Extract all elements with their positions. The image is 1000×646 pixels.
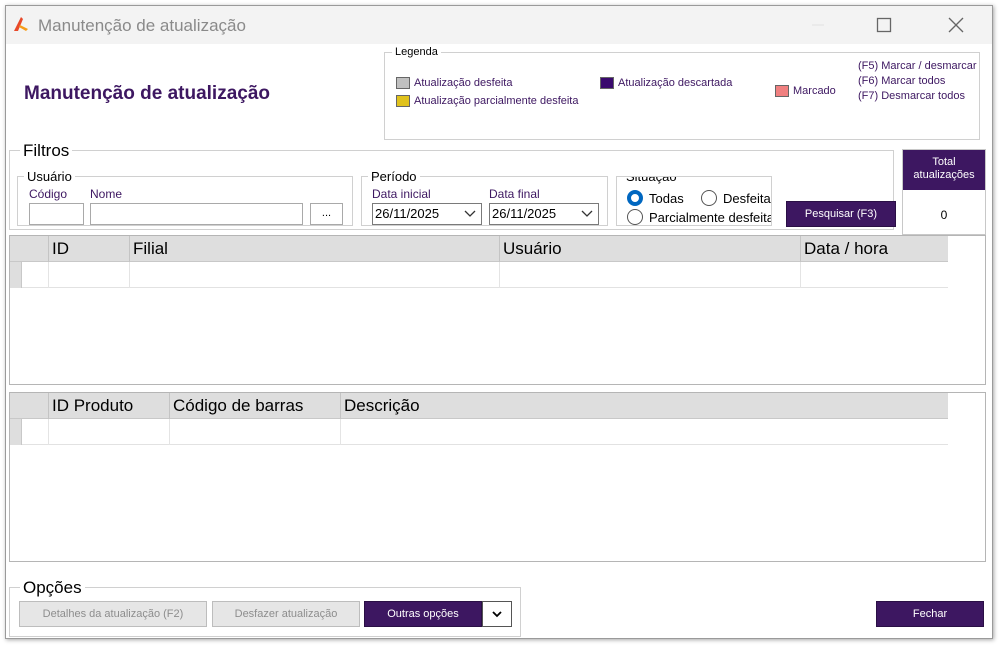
total-label: Total atualizações <box>903 150 985 190</box>
updates-grid-header: ID Filial Usuário Data / hora <box>10 236 948 262</box>
column-header-id-produto[interactable]: ID Produto <box>48 393 169 419</box>
usuario-title: Usuário <box>24 169 75 184</box>
table-cell <box>169 419 340 445</box>
app-logo-icon <box>14 17 28 31</box>
main-window: Manutenção de atualização Manutenção de … <box>5 5 993 639</box>
total-value: 0 <box>940 208 948 222</box>
table-cell <box>800 262 950 288</box>
column-header-data-hora[interactable]: Data / hora <box>800 236 950 262</box>
periodo-group: Período Data inicial Data final 26/11/20… <box>361 169 608 226</box>
table-cell <box>340 419 950 445</box>
codigo-input[interactable] <box>29 203 84 225</box>
content-area: Manutenção de atualização Legenda Atuali… <box>6 44 992 638</box>
legend-panel: Legenda Atualização desfeita Atualização… <box>384 46 980 140</box>
legend-item-descartada: Atualização descartada <box>600 77 732 89</box>
outras-opcoes-button[interactable]: Outras opções <box>364 601 482 627</box>
data-final-picker[interactable]: 26/11/2025 <box>489 203 599 225</box>
minimize-button[interactable] <box>798 12 838 38</box>
products-grid-header: ID Produto Código de barras Descrição <box>10 393 948 419</box>
chevron-down-icon <box>492 611 502 618</box>
table-cell <box>129 262 499 288</box>
usuario-group: Usuário Código Nome ... <box>17 169 353 226</box>
chevron-down-icon <box>464 210 476 217</box>
codigo-label: Código <box>29 187 68 201</box>
desfazer-atualizacao-button[interactable]: Desfazer atualização <box>212 601 360 627</box>
table-cell <box>48 262 129 288</box>
usuario-lookup-button[interactable]: ... <box>310 203 343 225</box>
page-title: Manutenção de atualização <box>24 83 271 104</box>
table-cell <box>48 419 169 445</box>
legend-swatch <box>775 85 789 97</box>
column-header-codigo-barras[interactable]: Código de barras <box>169 393 340 419</box>
table-row[interactable] <box>10 262 948 288</box>
data-inicial-label: Data inicial <box>372 187 431 201</box>
legend-item-label: Atualização parcialmente desfeita <box>414 95 579 107</box>
data-final-value: 26/11/2025 <box>492 206 557 221</box>
column-header-filial[interactable]: Filial <box>129 236 499 262</box>
row-indicator <box>10 262 22 288</box>
data-inicial-value: 26/11/2025 <box>375 206 440 221</box>
options-title: Opções <box>20 578 85 598</box>
legend-item-label: Atualização desfeita <box>414 77 513 89</box>
row-selector-header <box>22 393 48 419</box>
products-grid[interactable]: ID Produto Código de barras Descrição <box>9 392 986 562</box>
situacao-title: Situação <box>623 177 680 184</box>
legend-item-parcial: Atualização parcialmente desfeita <box>396 95 578 107</box>
table-row[interactable] <box>10 419 948 445</box>
shortcut-f6: (F6) Marcar todos <box>858 75 946 87</box>
minimize-icon <box>812 24 824 26</box>
data-final-label: Data final <box>489 187 540 201</box>
pesquisar-button[interactable]: Pesquisar (F3) <box>786 201 896 227</box>
total-panel: Total atualizações 0 <box>902 149 986 235</box>
radio-unchecked-icon <box>627 209 643 225</box>
legend-item-marcado: Marcado <box>775 85 836 97</box>
periodo-title: Período <box>368 169 420 184</box>
legend-item-label: Marcado <box>793 85 836 97</box>
options-panel: Opções Detalhes da atualização (F2) Desf… <box>9 578 521 637</box>
maximize-icon <box>876 17 892 33</box>
filters-panel: Filtros Usuário Código Nome ... Período … <box>9 141 896 230</box>
outras-opcoes-dropdown[interactable] <box>482 601 512 627</box>
shortcut-f7: (F7) Desmarcar todos <box>858 90 965 102</box>
situacao-group: Situação Todas Desfeita Parcialmente des… <box>616 176 772 226</box>
legend-item-label: Atualização descartada <box>618 77 733 89</box>
row-selector-header <box>22 236 48 262</box>
nome-input[interactable] <box>90 203 303 225</box>
data-inicial-picker[interactable]: 26/11/2025 <box>372 203 482 225</box>
row-indicator <box>10 419 22 445</box>
column-header-descricao[interactable]: Descrição <box>340 393 950 419</box>
detalhes-atualizacao-button[interactable]: Detalhes da atualização (F2) <box>19 601 207 627</box>
close-icon <box>948 17 964 33</box>
legend-swatch <box>396 77 410 89</box>
window-title: Manutenção de atualização <box>38 16 246 35</box>
legend-item-desfeita: Atualização desfeita <box>396 77 512 89</box>
column-header-id[interactable]: ID <box>48 236 129 262</box>
radio-unchecked-icon <box>701 190 717 206</box>
close-window-button[interactable] <box>936 12 976 38</box>
chevron-down-icon <box>581 210 593 217</box>
table-cell <box>499 262 800 288</box>
legend-swatch <box>600 77 614 89</box>
radio-label: Todas <box>649 190 684 206</box>
shortcut-f5: (F5) Marcar / desmarcar <box>858 60 977 72</box>
filters-title: Filtros <box>20 141 73 161</box>
radio-label: Parcialmente desfeita <box>649 209 772 225</box>
legend-title: Legenda <box>392 46 441 58</box>
title-bar[interactable]: Manutenção de atualização <box>6 6 992 44</box>
maximize-button[interactable] <box>864 12 904 38</box>
radio-desfeita[interactable]: Desfeita <box>701 190 771 206</box>
radio-label: Desfeita <box>723 190 771 206</box>
updates-grid[interactable]: ID Filial Usuário Data / hora <box>9 235 986 385</box>
fechar-button[interactable]: Fechar <box>876 601 984 627</box>
radio-parcialmente-desfeita[interactable]: Parcialmente desfeita <box>627 209 772 225</box>
radio-todas[interactable]: Todas <box>627 190 684 206</box>
legend-swatch <box>396 95 410 107</box>
nome-label: Nome <box>90 187 123 201</box>
column-header-usuario[interactable]: Usuário <box>499 236 800 262</box>
radio-checked-icon <box>627 190 643 206</box>
